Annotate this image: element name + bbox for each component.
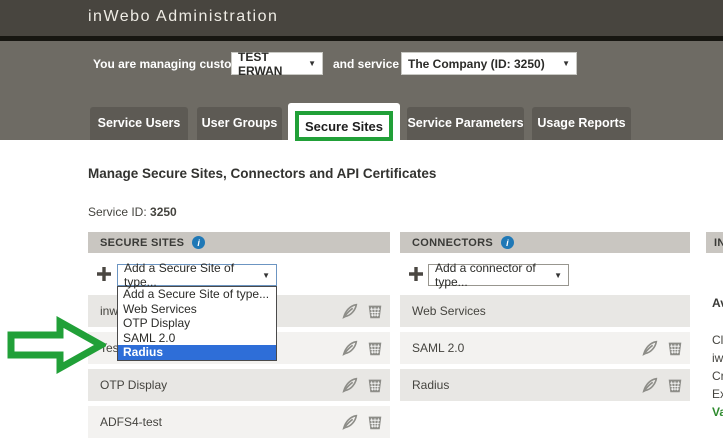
- tab-user-groups[interactable]: User Groups: [197, 107, 282, 140]
- api-certificates-panel-title: IN: [714, 237, 723, 249]
- chevron-down-icon: ▼: [262, 271, 270, 280]
- connectors-panel: CONNECTORS i Add a connector of type... …: [400, 232, 690, 424]
- connector-row: Web Services: [400, 295, 690, 327]
- service-id-label: Service ID:: [88, 205, 147, 219]
- add-secure-site-icon[interactable]: [96, 266, 112, 282]
- edit-icon[interactable]: [341, 413, 359, 431]
- tab-secure-sites[interactable]: Secure Sites: [288, 103, 400, 140]
- edit-icon[interactable]: [341, 339, 359, 357]
- secure-site-row-label: OTP Display: [100, 378, 167, 392]
- tab-usage-reports[interactable]: Usage Reports: [532, 107, 631, 140]
- service-select-value: The Company (ID: 3250): [408, 57, 545, 71]
- certificates-line: Av: [712, 296, 723, 310]
- annotation-arrow-icon: [4, 314, 106, 376]
- edit-icon[interactable]: [641, 339, 659, 357]
- app-title: inWebo Administration: [88, 8, 278, 26]
- edit-icon[interactable]: [341, 302, 359, 320]
- connector-row-label: Radius: [412, 378, 449, 392]
- chevron-down-icon: ▼: [562, 59, 570, 68]
- connector-row-label: Web Services: [412, 304, 486, 318]
- secure-sites-panel-title: SECURE SITES: [100, 237, 184, 249]
- connectors-panel-header: CONNECTORS i: [400, 232, 690, 253]
- dropdown-option[interactable]: SAML 2.0: [118, 331, 276, 346]
- tab-service-parameters[interactable]: Service Parameters: [407, 107, 524, 140]
- chevron-down-icon: ▼: [554, 271, 562, 280]
- certificates-line: Cl: [712, 333, 723, 347]
- certificates-line: Cr: [712, 369, 723, 383]
- customer-select-value: TEST ERWAN: [238, 50, 302, 78]
- delete-icon[interactable]: [366, 302, 384, 320]
- delete-icon[interactable]: [666, 376, 684, 394]
- secure-site-row: ADFS4-test: [88, 406, 390, 438]
- delete-icon[interactable]: [666, 339, 684, 357]
- dropdown-option[interactable]: OTP Display: [118, 316, 276, 331]
- delete-icon[interactable]: [366, 413, 384, 431]
- app-header: inWebo Administration: [0, 0, 723, 36]
- edit-icon[interactable]: [641, 376, 659, 394]
- dropdown-option-radius-highlighted[interactable]: Radius: [118, 345, 276, 360]
- add-connector-icon[interactable]: [408, 266, 424, 282]
- customer-select[interactable]: TEST ERWAN ▼: [231, 52, 323, 75]
- add-secure-site-select-value: Add a Secure Site of type...: [124, 261, 256, 289]
- dropdown-option[interactable]: Add a Secure Site of type...: [118, 287, 276, 302]
- secure-site-type-dropdown: Add a Secure Site of type... Web Service…: [117, 286, 277, 361]
- connectors-panel-title: CONNECTORS: [412, 237, 493, 249]
- secure-site-row: OTP Display: [88, 369, 390, 401]
- info-icon[interactable]: i: [192, 236, 205, 249]
- tab-service-users[interactable]: Service Users: [90, 107, 188, 140]
- secure-site-row-label: ADFS4-test: [100, 415, 162, 429]
- secure-sites-panel: SECURE SITES i Add a Secure Site of type…: [88, 232, 390, 424]
- certificates-status-line: Va: [712, 405, 723, 419]
- info-icon[interactable]: i: [501, 236, 514, 249]
- certificates-line: iw: [712, 351, 723, 365]
- edit-icon[interactable]: [341, 376, 359, 394]
- inwebo-admin-page: { "colors": { "annotation_green": "#21a0…: [0, 0, 723, 424]
- connector-row: Radius: [400, 369, 690, 401]
- service-select[interactable]: The Company (ID: 3250) ▼: [401, 52, 577, 75]
- and-service-label: and service: [333, 57, 399, 71]
- certificates-line: Ex: [712, 387, 723, 401]
- delete-icon[interactable]: [366, 339, 384, 357]
- connector-row: SAML 2.0: [400, 332, 690, 364]
- secure-sites-panel-header: SECURE SITES i: [88, 232, 390, 253]
- add-secure-site-select[interactable]: Add a Secure Site of type... ▼: [117, 264, 277, 286]
- connector-row-label: SAML 2.0: [412, 341, 464, 355]
- service-id-line: Service ID: 3250: [88, 205, 177, 219]
- chevron-down-icon: ▼: [308, 59, 316, 68]
- api-certificates-panel-header: IN: [706, 232, 723, 253]
- dropdown-option[interactable]: Web Services: [118, 302, 276, 317]
- page-title: Manage Secure Sites, Connectors and API …: [88, 166, 436, 181]
- service-id-value: 3250: [150, 205, 177, 219]
- delete-icon[interactable]: [366, 376, 384, 394]
- annotation-highlight-box: Secure Sites: [295, 111, 393, 141]
- api-certificates-panel: IN Av Cl iw Cr Ex Va: [706, 232, 723, 424]
- add-connector-select[interactable]: Add a connector of type... ▼: [428, 264, 569, 286]
- add-connector-select-value: Add a connector of type...: [435, 261, 548, 289]
